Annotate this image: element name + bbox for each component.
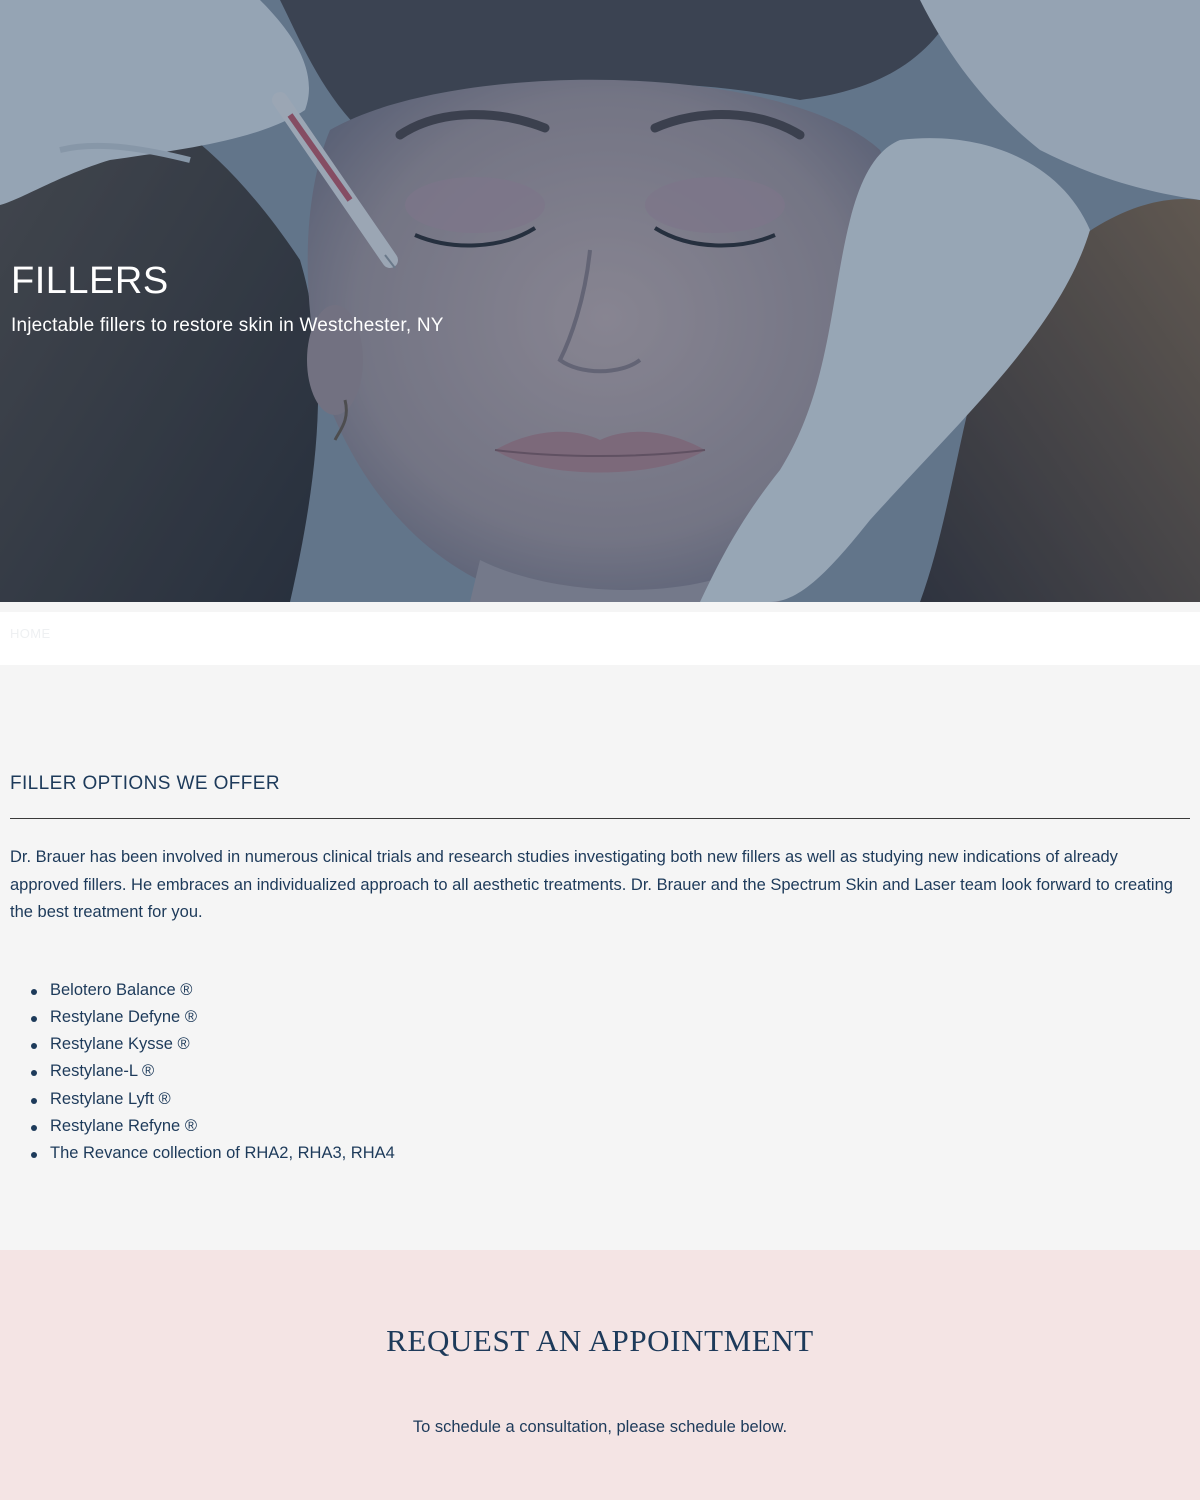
breadcrumb: HOME [0, 612, 1200, 665]
appointment-text: To schedule a consultation, please sched… [412, 1418, 788, 1436]
breadcrumb-home-link[interactable]: HOME [10, 626, 51, 641]
appointment-section: REQUEST AN APPOINTMENT To schedule a con… [0, 1250, 1200, 1500]
hero-text: FILLERS Injectable fillers to restore sk… [11, 258, 444, 338]
fillers-section: FILLER OPTIONS WE OFFER Dr. Brauer has b… [0, 665, 1200, 1250]
page-subtitle: Injectable fillers to restore skin in We… [11, 315, 444, 336]
appointment-title: REQUEST AN APPOINTMENT [386, 1323, 814, 1358]
section-heading: FILLER OPTIONS WE OFFER [10, 772, 1190, 819]
hero-banner: FILLERS Injectable fillers to restore sk… [0, 0, 1200, 602]
list-item: The Revance collection of RHA2, RHA3, RH… [31, 1140, 1190, 1167]
list-item: Restylane Refyne ® [31, 1113, 1190, 1140]
list-item: Belotero Balance ® [31, 977, 1190, 1004]
list-item: Restylane Defyne ® [31, 1004, 1190, 1031]
list-item: Restylane Kysse ® [31, 1031, 1190, 1058]
filler-list: Belotero Balance ® Restylane Defyne ® Re… [10, 977, 1190, 1168]
intro-paragraph: Dr. Brauer has been involved in numerous… [10, 848, 1173, 921]
list-item: Restylane-L ® [31, 1058, 1190, 1085]
list-item: Restylane Lyft ® [31, 1086, 1190, 1113]
page-title: FILLERS [11, 260, 169, 302]
